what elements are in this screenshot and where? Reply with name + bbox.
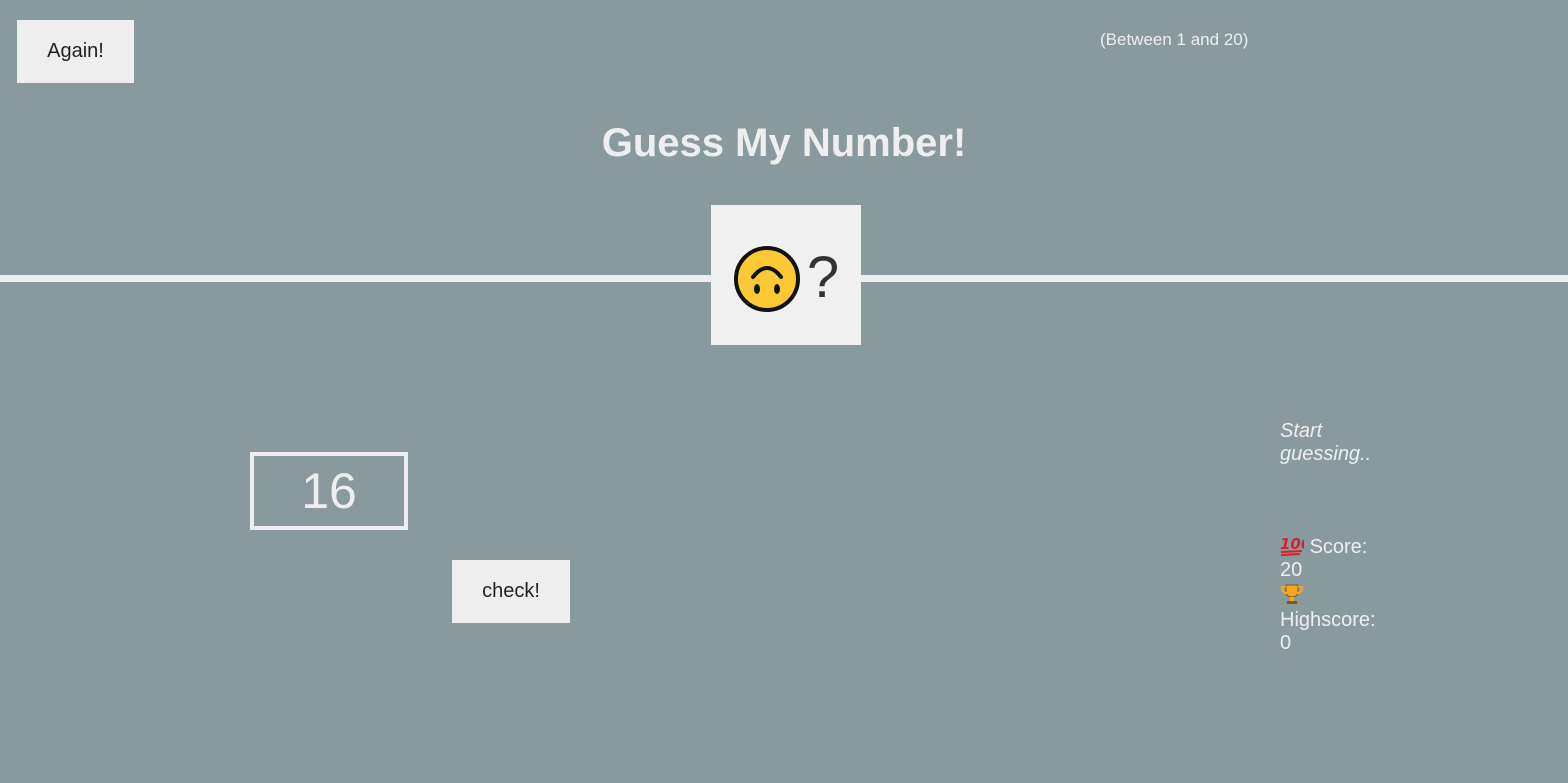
status-panel: Start guessing.. 100 Score: 20 Highscore… [1280, 420, 1390, 655]
score-block: 100 Score: 20 Highscore: 0 [1280, 534, 1390, 655]
question-mark: ? [806, 245, 840, 310]
score-value: 20 [1280, 559, 1303, 581]
trophy-icon [1280, 584, 1304, 604]
score-line: 100 Score: 20 [1280, 534, 1390, 582]
range-hint: (Between 1 and 20) [1100, 30, 1249, 49]
highscore-label: Highscore: [1280, 609, 1376, 631]
highscore-line: Highscore: 0 [1280, 582, 1390, 655]
status-message: Start guessing.. [1280, 420, 1372, 465]
check-button[interactable]: check! [452, 560, 570, 623]
hundred-points-icon: 100 [1280, 535, 1304, 556]
page-title: Guess My Number! [601, 121, 967, 165]
score-label: Score: [1309, 536, 1368, 558]
guess-input[interactable] [250, 452, 408, 530]
upside-down-face-icon [733, 246, 800, 312]
secret-number-box: ? [711, 205, 861, 345]
again-button[interactable]: Again! [17, 20, 134, 83]
highscore-value: 0 [1280, 632, 1292, 654]
